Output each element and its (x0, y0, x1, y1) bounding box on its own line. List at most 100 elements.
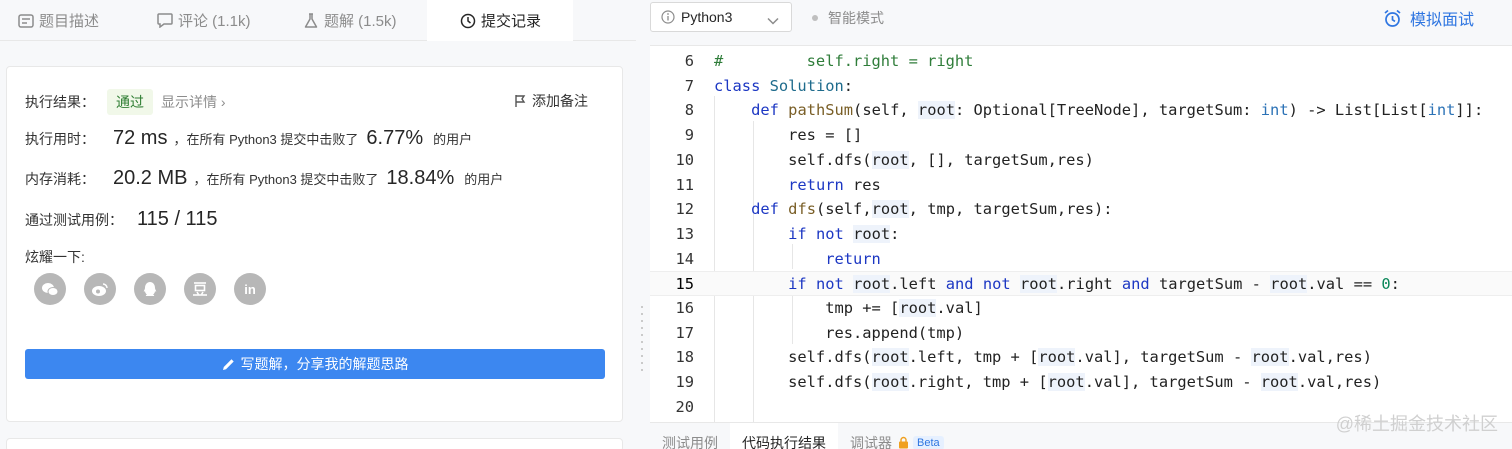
splitter-handle-icon[interactable] (641, 306, 643, 371)
mock-interview-button[interactable]: 模拟面试 (1383, 6, 1474, 30)
watermark: @稀土掘金技术社区 (1335, 414, 1498, 434)
next-card-edge (6, 438, 623, 449)
tab-debugger[interactable]: 调试器 Beta (838, 423, 956, 449)
memory-percent: 18.84% (386, 167, 455, 189)
add-note-label: 添加备注 (532, 93, 588, 109)
add-note-button[interactable]: 添加备注 (514, 91, 588, 111)
memory-row: 内存消耗： 20.2 MB ，在所有 Python3 提交中击败了 18.84%… (25, 167, 503, 190)
qq-icon[interactable] (134, 273, 166, 305)
code-text: return res (788, 175, 881, 194)
code-text: if not root: (788, 224, 900, 243)
lock-icon (898, 436, 909, 449)
weibo-icon[interactable] (84, 273, 116, 305)
runtime-value: 72 ms (113, 127, 168, 149)
code-editor[interactable]: 6 # self.right = right 7 class Solution: 8 d… (650, 45, 1512, 422)
comment-icon (156, 12, 174, 30)
memory-value: 20.2 MB (113, 167, 188, 189)
code-text: return (825, 249, 881, 268)
code-line[interactable]: 11 return res (650, 173, 1512, 198)
line-number: 20 (675, 397, 694, 416)
runtime-text: ，在所有 Python3 提交中击败了 (173, 132, 359, 147)
runtime-row: 执行用时： 72 ms ，在所有 Python3 提交中击败了 6.77% 的用… (25, 127, 472, 150)
code-text: def pathSum(self, root: Optional[TreeNod… (751, 101, 1484, 120)
write-solution-label: 写题解，分享我的解题思路 (240, 356, 409, 372)
language-value: Python3 (681, 9, 733, 25)
line-number: 6 (684, 52, 694, 70)
tests-label: 通过测试用例： (25, 211, 123, 228)
code-line[interactable]: 16 tmp += [root.val] (650, 296, 1512, 321)
left-tab-bar: 题目描述 评论 (1.1k) 题解 (1.5k) 提交记录 (0, 0, 636, 41)
memory-suffix: 的用户 (464, 172, 504, 187)
submission-result-card: 执行结果： 通过 显示详情 › 添加备注 执行用时： 72 ms ，在所有 Py… (6, 66, 623, 422)
tab-submissions-label: 提交记录 (481, 13, 542, 30)
tab-test-cases[interactable]: 测试用例 (650, 423, 730, 449)
smart-mode-toggle[interactable]: 智能模式 (812, 8, 884, 28)
code-line[interactable]: 17 res.append(tmp) (650, 321, 1512, 346)
line-number: 12 (675, 200, 694, 219)
douban-icon[interactable] (184, 273, 216, 305)
tests-value: 115 / 115 (137, 208, 218, 230)
code-text: # self.right = right (714, 52, 974, 70)
code-line[interactable]: 7 class Solution: (650, 74, 1512, 99)
code-line[interactable]: 6 # self.right = right (650, 49, 1512, 74)
share-row: 炫耀一下: (25, 247, 85, 267)
code-text: self.dfs(root.left, tmp + [root.val], ta… (714, 348, 1372, 367)
tab-comments[interactable]: 评论 (1.1k) (139, 0, 285, 41)
tab-submissions[interactable]: 提交记录 (427, 0, 574, 41)
code-line[interactable]: 19 self.dfs(root.right, tmp + [root.val]… (650, 370, 1512, 395)
chevron-down-icon (767, 12, 779, 28)
mock-interview-label: 模拟面试 (1409, 12, 1474, 29)
line-number: 10 (675, 150, 694, 169)
linkedin-icon[interactable]: in (234, 273, 266, 305)
code-line[interactable]: 13 if not root: (650, 222, 1512, 247)
flag-icon (514, 94, 526, 108)
line-number: 13 (675, 224, 694, 243)
alarm-clock-icon (1383, 9, 1402, 28)
code-line[interactable]: 14 return (650, 247, 1512, 272)
line-number: 7 (684, 76, 694, 95)
code-text: res = [] (714, 126, 863, 145)
code-text: self.dfs(root, [], targetSum,res) (714, 150, 1094, 169)
code-line[interactable]: 15 if not root.left and not root.right a… (650, 271, 1512, 296)
line-number: 9 (684, 126, 694, 145)
line-number: 11 (675, 175, 694, 194)
code-text: self.dfs(root.right, tmp + [root.val], t… (714, 373, 1382, 392)
result-row: 执行结果： 通过 显示详情 › (25, 89, 226, 115)
tab-comments-label: 评论 (1.1k) (178, 13, 251, 30)
code-line[interactable]: 12 def dfs(self,root, tmp, targetSum,res… (650, 197, 1512, 222)
pencil-icon (222, 358, 235, 371)
status-badge: 通过 (107, 89, 153, 115)
runtime-label: 执行用时： (25, 130, 95, 147)
tab-solutions-label: 题解 (1.5k) (324, 13, 397, 30)
result-label: 执行结果： (25, 94, 95, 110)
code-line[interactable]: 9 res = [] (650, 123, 1512, 148)
beta-badge: Beta (913, 435, 944, 449)
social-share-icons: in (34, 273, 266, 305)
language-select[interactable]: Python3 (650, 2, 792, 32)
code-line[interactable]: 10 self.dfs(root, [], targetSum,res) (650, 148, 1512, 173)
code-text: res.append(tmp) (714, 323, 965, 342)
tab-description[interactable]: 题目描述 (0, 0, 139, 41)
left-pane: 题目描述 评论 (1.1k) 题解 (1.5k) 提交记录 执行结果： 通过 显… (0, 0, 636, 449)
runtime-suffix: 的用户 (433, 132, 473, 147)
wechat-icon[interactable] (34, 273, 66, 305)
code-line[interactable]: 8 def pathSum(self, root: Optional[TreeN… (650, 98, 1512, 123)
smart-mode-dot-icon (812, 15, 818, 21)
pane-splitter[interactable] (636, 0, 650, 449)
tab-solutions[interactable]: 题解 (1.5k) (285, 0, 427, 41)
tab-run-result[interactable]: 代码执行结果 (730, 423, 838, 449)
show-details-link[interactable]: 显示详情 › (161, 92, 226, 112)
line-number: 18 (675, 348, 694, 367)
memory-text: ，在所有 Python3 提交中击败了 (193, 172, 379, 187)
write-solution-button[interactable]: 写题解，分享我的解题思路 (25, 349, 605, 379)
runtime-percent: 6.77% (366, 127, 424, 149)
line-number: 8 (684, 101, 694, 120)
code-line[interactable]: 18 self.dfs(root.left, tmp + [root.val],… (650, 345, 1512, 370)
code-text: if not root.left and not root.right and … (788, 275, 1400, 294)
tests-row: 通过测试用例： 115 / 115 (25, 208, 223, 231)
code-text: class Solution: (714, 76, 854, 95)
line-number: 17 (675, 323, 694, 342)
clock-icon (459, 12, 477, 30)
code-text: def dfs(self,root, tmp, targetSum,res): (751, 200, 1113, 219)
editor-toolbar: Python3 智能模式 模拟面试 (650, 0, 1512, 41)
